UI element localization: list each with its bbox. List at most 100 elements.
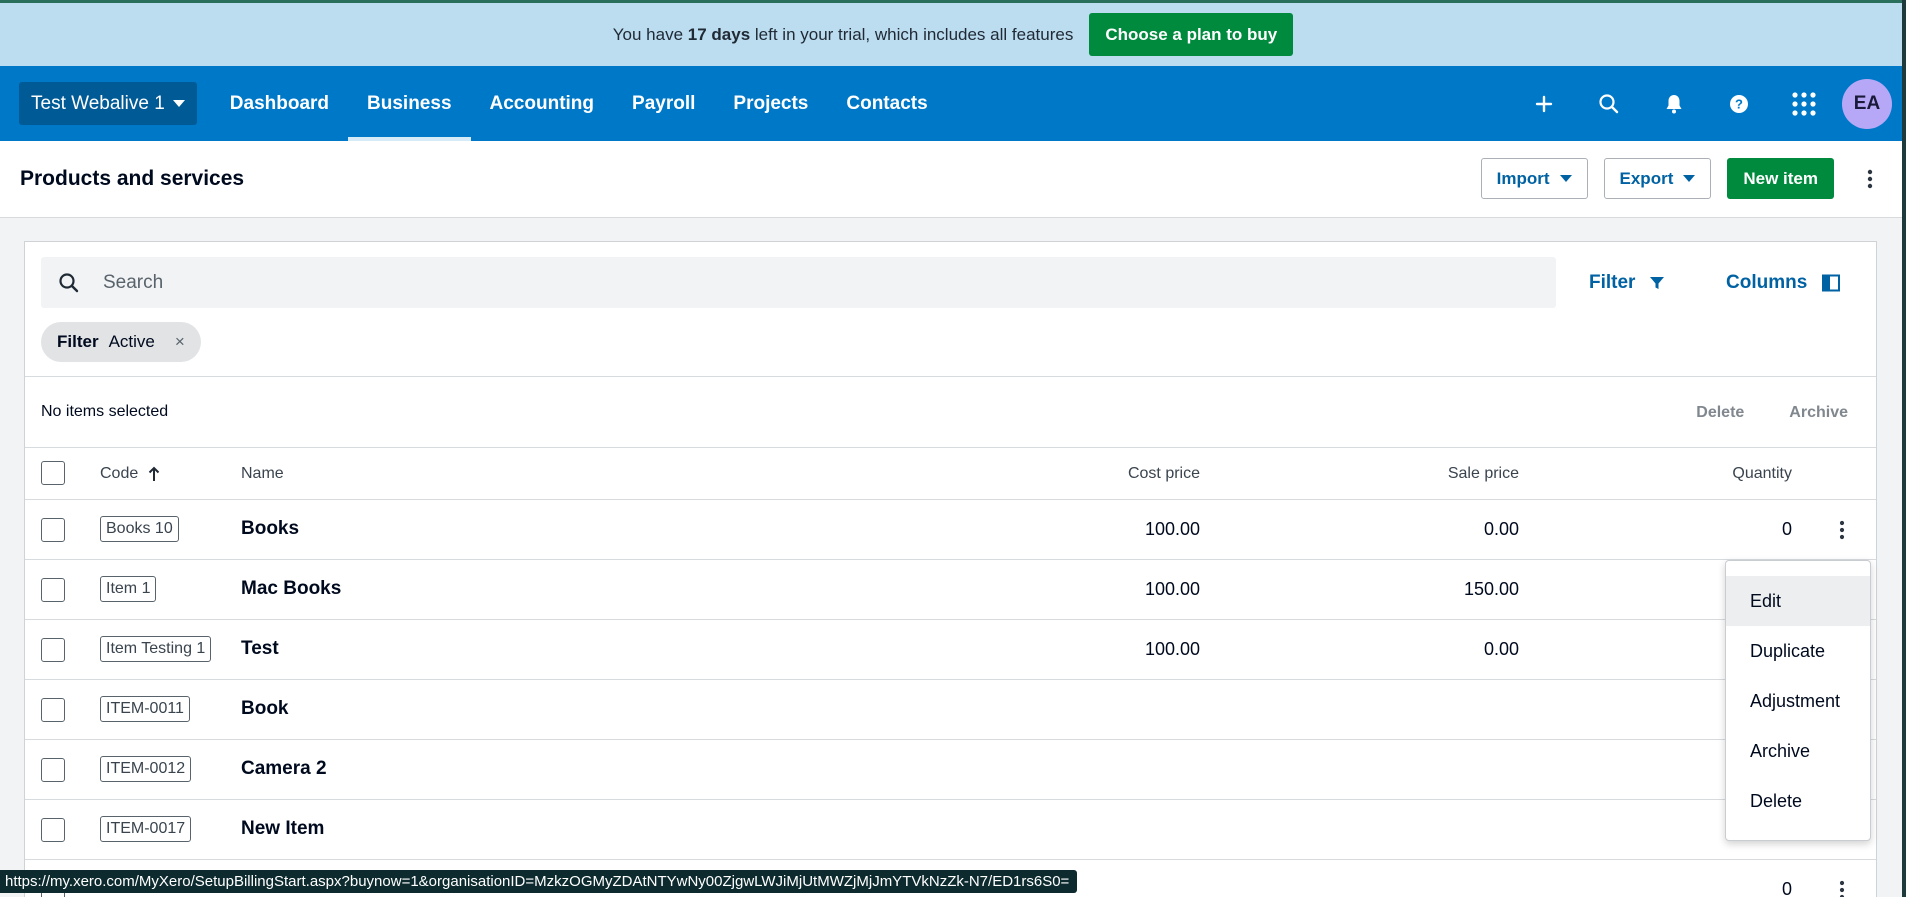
quantity: 0: [1781, 519, 1792, 539]
link-status-bar: https://my.xero.com/MyXero/SetupBillingS…: [0, 870, 1078, 893]
new-item-button[interactable]: New item: [1727, 158, 1834, 199]
table-row[interactable]: Item 1 Mac Books 100.00 150.00: [25, 560, 1876, 620]
filter-chip-label: Filter: [57, 332, 99, 351]
caret-down-icon: [172, 100, 185, 107]
nav-accounting[interactable]: Accounting: [471, 66, 614, 141]
sale-price: 0.00: [1483, 639, 1519, 659]
row-checkbox[interactable]: [41, 818, 65, 842]
quantity: 0: [1781, 879, 1792, 897]
org-name: Test Webalive 1: [31, 92, 165, 114]
row-checkbox[interactable]: [41, 758, 65, 782]
cost-price: 100.00: [1144, 579, 1200, 599]
bulk-delete-button[interactable]: Delete: [1696, 404, 1744, 422]
export-label: Export: [1619, 168, 1674, 188]
cost-price: 100.00: [1144, 639, 1200, 659]
search-input[interactable]: [97, 271, 1497, 294]
item-name[interactable]: Camera 2: [241, 758, 327, 780]
choose-plan-button[interactable]: Choose a plan to buy: [1089, 13, 1294, 56]
row-checkbox[interactable]: [41, 518, 65, 542]
select-all-checkbox[interactable]: [41, 461, 65, 485]
page-title: Products and services: [20, 167, 245, 190]
table-row[interactable]: ITEM-0012 Camera 2: [25, 740, 1876, 800]
item-name[interactable]: Book: [241, 698, 289, 720]
bulk-archive-button[interactable]: Archive: [1789, 404, 1848, 422]
row-more-icon[interactable]: [1832, 518, 1852, 542]
caret-down-icon: [1683, 175, 1696, 182]
export-button[interactable]: Export: [1603, 158, 1712, 199]
columns-label: Columns: [1726, 271, 1808, 293]
page-header: Products and services Import Export New …: [0, 141, 1906, 218]
bulk-actions: Delete Archive: [1696, 377, 1848, 449]
search-icon[interactable]: [1576, 66, 1641, 141]
row-checkbox[interactable]: [41, 698, 65, 722]
nav-payroll[interactable]: Payroll: [613, 66, 714, 141]
sale-price: 150.00: [1463, 579, 1519, 599]
trial-message: You have 17 days left in your trial, whi…: [613, 25, 1074, 45]
item-name[interactable]: Test: [241, 638, 279, 660]
table-row[interactable]: Books 10 Books 100.00 0.00 0: [25, 500, 1876, 560]
help-icon[interactable]: ?: [1706, 66, 1771, 141]
menu-delete[interactable]: Delete: [1726, 776, 1870, 826]
cost-price: 100.00: [1144, 519, 1200, 539]
nav-links: Dashboard Business Accounting Payroll Pr…: [211, 66, 947, 141]
import-label: Import: [1496, 168, 1550, 188]
menu-edit[interactable]: Edit: [1726, 576, 1870, 626]
nav-dashboard[interactable]: Dashboard: [211, 66, 348, 141]
selection-status: No items selected: [41, 403, 169, 420]
search-box[interactable]: [41, 257, 1556, 308]
cost-price-header[interactable]: Cost price: [1128, 465, 1200, 483]
columns-button[interactable]: Columns: [1726, 257, 1841, 308]
trial-text-pre: You have: [612, 24, 684, 44]
caret-down-icon: [1559, 175, 1572, 182]
item-name[interactable]: Mac Books: [241, 578, 341, 600]
table-row[interactable]: Item Testing 1 Test 100.00 0.00: [25, 620, 1876, 680]
quantity-header[interactable]: Quantity: [1732, 465, 1792, 483]
filter-button[interactable]: Filter: [1589, 257, 1665, 308]
row-checkbox[interactable]: [41, 578, 65, 602]
item-code: ITEM-0012: [100, 756, 192, 782]
arrow-up-icon: [149, 466, 160, 481]
trial-banner: You have 17 days left in your trial, whi…: [0, 0, 1906, 66]
sale-price-header[interactable]: Sale price: [1448, 465, 1519, 483]
sort-code-header[interactable]: Code: [100, 465, 160, 483]
row-checkbox[interactable]: [41, 638, 65, 662]
nav-business[interactable]: Business: [348, 66, 472, 141]
table-row[interactable]: ITEM-0017 New Item: [25, 800, 1876, 860]
table-row[interactable]: ITEM-0011 Book: [25, 680, 1876, 740]
row-actions-menu: Edit Duplicate Adjustment Archive Delete: [1725, 560, 1871, 841]
apps-grid-icon[interactable]: [1771, 66, 1836, 141]
nav-actions: ? EA: [1511, 66, 1892, 141]
more-options-icon[interactable]: [1856, 158, 1884, 199]
code-header-label: Code: [100, 465, 139, 482]
top-nav: Test Webalive 1 Dashboard Business Accou…: [0, 66, 1906, 141]
item-code: ITEM-0011: [100, 696, 190, 722]
svg-text:?: ?: [1735, 96, 1743, 111]
menu-adjustment[interactable]: Adjustment: [1726, 676, 1870, 726]
plus-icon[interactable]: [1511, 66, 1576, 141]
window-edge: [1902, 0, 1906, 897]
remove-filter-icon[interactable]: ×: [175, 332, 185, 352]
filter-chip-value: Active: [108, 332, 155, 351]
row-more-icon[interactable]: [1832, 878, 1852, 897]
menu-duplicate[interactable]: Duplicate: [1726, 626, 1870, 676]
search-icon: [41, 272, 97, 294]
item-name[interactable]: Books: [241, 518, 299, 540]
bell-icon[interactable]: [1641, 66, 1706, 141]
name-header[interactable]: Name: [241, 465, 284, 483]
trial-text-post: left in your trial, which includes all f…: [754, 24, 1074, 44]
import-button[interactable]: Import: [1480, 158, 1588, 199]
items-card: Filter Columns Filter Active × No items …: [24, 241, 1877, 897]
item-code: Books 10: [100, 516, 179, 542]
item-name[interactable]: New Item: [241, 818, 324, 840]
org-switcher[interactable]: Test Webalive 1: [19, 82, 197, 125]
trial-days: 17 days: [687, 24, 751, 44]
items-table: Code Name Cost price Sale price Quantity…: [25, 448, 1876, 897]
menu-archive[interactable]: Archive: [1726, 726, 1870, 776]
filter-chip: Filter Active ×: [41, 322, 201, 362]
user-avatar[interactable]: EA: [1842, 78, 1892, 129]
nav-projects[interactable]: Projects: [714, 66, 827, 141]
columns-icon: [1822, 274, 1841, 291]
item-code: Item Testing 1: [100, 636, 212, 662]
item-code: Item 1: [100, 576, 157, 602]
nav-contacts[interactable]: Contacts: [827, 66, 946, 141]
